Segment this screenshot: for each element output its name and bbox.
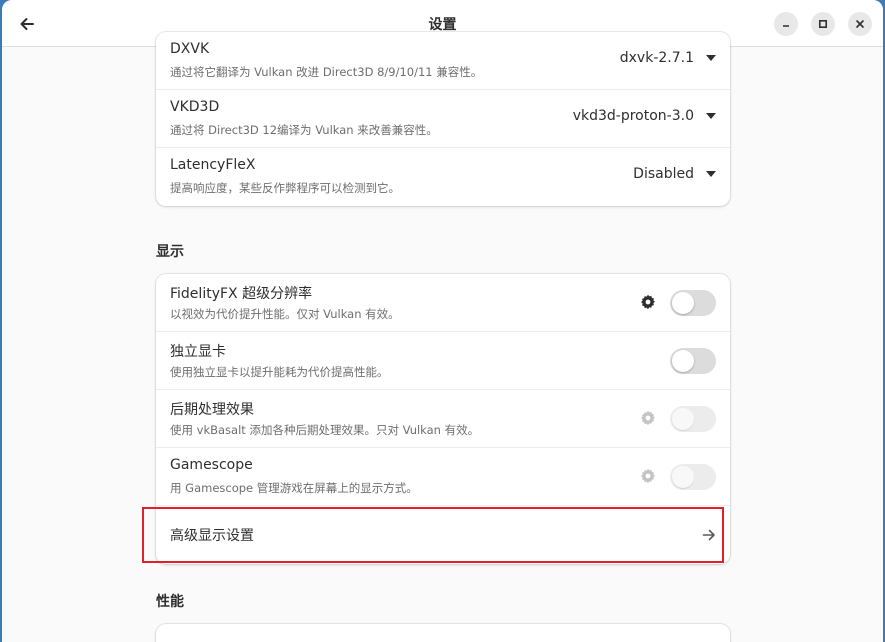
gear-icon	[641, 468, 655, 484]
row-subtitle: 使用独立显卡以提升能耗为代价提高性能。	[170, 365, 389, 379]
row-title: Gamescope	[170, 457, 253, 473]
vkd3d-version-dropdown[interactable]: vkd3d-proton-3.0	[573, 108, 716, 124]
dropdown-value: dxvk-2.7.1	[619, 50, 694, 66]
gear-icon[interactable]	[640, 294, 656, 310]
minimize-icon	[783, 25, 789, 27]
gamescope-toggle	[670, 464, 716, 490]
row-title: VKD3D	[170, 99, 220, 115]
gear-icon	[641, 410, 655, 426]
row-title: 后期处理效果	[170, 402, 254, 418]
row-subtitle: 通过将它翻译为 Vulkan 改进 Direct3D 8/9/10/11 兼容性…	[170, 65, 483, 79]
toggle-knob	[672, 292, 694, 314]
row-vkd3d[interactable]: VKD3D 通过将 Direct3D 12编译为 Vulkan 来改善兼容性。 …	[156, 90, 730, 148]
dxvk-version-dropdown[interactable]: dxvk-2.7.1	[620, 50, 716, 66]
row-latencyflex[interactable]: LatencyFleX 提高响应度，某些反作弊程序可以检测到它。 Disable…	[156, 148, 730, 206]
arrow-right-icon	[702, 529, 715, 541]
row-title: 独立显卡	[170, 344, 226, 360]
toggle-knob	[672, 466, 694, 488]
row-subtitle: 提高响应度，某些反作弊程序可以检测到它。	[170, 181, 400, 195]
row-title: LatencyFleX	[170, 157, 256, 173]
row-fidelityfx[interactable]: FidelityFX 超级分辨率 以视效为代价提升性能。仅对 Vulkan 有效…	[156, 274, 730, 332]
dropdown-value: Disabled	[633, 166, 694, 182]
toggle-knob	[672, 408, 694, 430]
row-subtitle: 使用 vkBasalt 添加各种后期处理效果。只对 Vulkan 有效。	[170, 423, 480, 437]
performance-section-heading: 性能	[156, 594, 184, 610]
latencyflex-dropdown[interactable]: Disabled	[633, 166, 716, 182]
maximize-button[interactable]	[811, 12, 835, 36]
row-advanced-display-settings[interactable]: 高级显示设置	[156, 506, 730, 564]
caret-down-icon	[706, 55, 716, 61]
caret-down-icon	[706, 171, 716, 177]
row-title: FidelityFX 超级分辨率	[170, 286, 313, 302]
performance-card	[156, 624, 730, 642]
row-post-processing[interactable]: 后期处理效果 使用 vkBasalt 添加各种后期处理效果。只对 Vulkan …	[156, 390, 730, 448]
row-gamescope[interactable]: Gamescope 用 Gamescope 管理游戏在屏幕上的显示方式。	[156, 448, 730, 506]
maximize-icon	[818, 19, 828, 29]
close-button[interactable]	[848, 12, 872, 36]
settings-window: 设置 DXVK 通过将它翻译为 Vulkan 改进 Direct3D 8/9/1…	[2, 0, 883, 642]
fidelityfx-toggle[interactable]	[670, 290, 716, 316]
row-title: DXVK	[170, 41, 210, 57]
toggle-knob	[672, 350, 694, 372]
post-processing-toggle	[670, 406, 716, 432]
discrete-gpu-toggle[interactable]	[670, 348, 716, 374]
row-title: 高级显示设置	[170, 528, 254, 544]
row-subtitle: 以视效为代价提升性能。仅对 Vulkan 有效。	[170, 307, 400, 321]
minimize-button[interactable]	[774, 12, 798, 36]
close-icon	[856, 20, 864, 28]
dropdown-value: vkd3d-proton-3.0	[572, 108, 694, 124]
row-discrete-gpu[interactable]: 独立显卡 使用独立显卡以提升能耗为代价提高性能。	[156, 332, 730, 390]
display-card: FidelityFX 超级分辨率 以视效为代价提升性能。仅对 Vulkan 有效…	[156, 274, 730, 564]
row-dxvk[interactable]: DXVK 通过将它翻译为 Vulkan 改进 Direct3D 8/9/10/1…	[156, 32, 730, 90]
caret-down-icon	[706, 113, 716, 119]
window-title: 设置	[428, 17, 457, 33]
compat-card: DXVK 通过将它翻译为 Vulkan 改进 Direct3D 8/9/10/1…	[156, 32, 730, 206]
row-subtitle: 通过将 Direct3D 12编译为 Vulkan 来改善兼容性。	[170, 123, 438, 137]
display-section-heading: 显示	[156, 244, 184, 260]
settings-content[interactable]: DXVK 通过将它翻译为 Vulkan 改进 Direct3D 8/9/10/1…	[2, 32, 883, 642]
row-subtitle: 用 Gamescope 管理游戏在屏幕上的显示方式。	[170, 481, 418, 495]
